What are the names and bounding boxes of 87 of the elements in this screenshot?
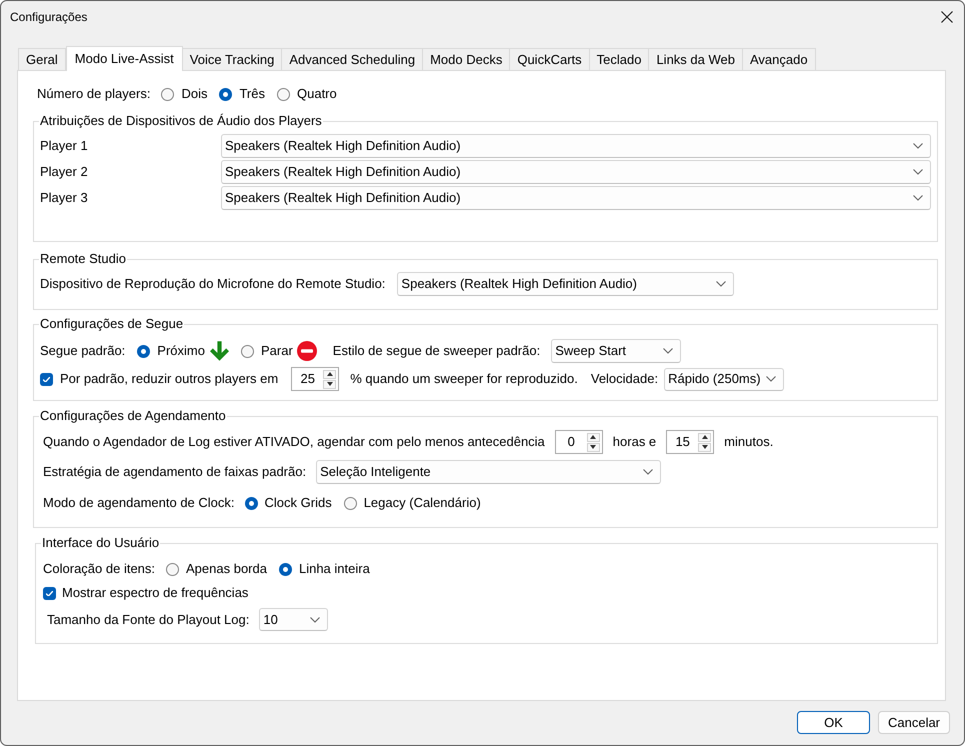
radio-label[interactable]: Parar xyxy=(260,341,293,361)
tab[interactable]: Modo Live-Assist xyxy=(66,46,183,71)
tab[interactable]: Avançado xyxy=(742,48,816,70)
group-title: Remote Studio xyxy=(39,251,127,267)
chevron-down-icon xyxy=(766,376,776,382)
chevron-down-icon xyxy=(716,281,726,287)
triangle-up-icon xyxy=(326,372,333,376)
group-title: Interface do Usuário xyxy=(41,535,160,551)
checkmark-icon xyxy=(46,590,53,596)
triangle-down-icon xyxy=(326,382,333,386)
field-label: minutos. xyxy=(724,433,774,452)
dropdown[interactable]: Speakers (Realtek High Definition Audio) xyxy=(221,186,931,210)
radio-label[interactable]: Clock Grids xyxy=(264,493,332,513)
field-label: Tamanho da Fonte do Playout Log: xyxy=(47,610,250,629)
dropdown[interactable]: Rápido (250ms) xyxy=(664,368,784,390)
tab[interactable]: Geral xyxy=(18,48,66,70)
radio-label[interactable]: Próximo xyxy=(157,341,205,361)
group-title: Atribuições de Dispositivos de Áudio dos Players xyxy=(39,113,323,129)
radio-label[interactable]: Legacy (Calendário) xyxy=(364,493,481,513)
spin-down-button[interactable] xyxy=(586,442,600,452)
radio-label[interactable]: Dois xyxy=(181,84,208,104)
radio-button[interactable] xyxy=(277,88,290,100)
dropdown[interactable]: Speakers (Realtek High Definition Audio) xyxy=(221,160,931,184)
spin-box[interactable]: 25 xyxy=(291,367,340,391)
field-label: Modo de agendamento de Clock: xyxy=(43,494,235,512)
group-title: Configurações de Segue xyxy=(39,316,184,332)
dropdown[interactable]: Sweep Start xyxy=(551,339,682,363)
chevron-down-icon xyxy=(913,143,923,149)
ok-button[interactable]: OK xyxy=(797,711,870,734)
spin-up-button[interactable] xyxy=(586,432,600,442)
spin-down-button[interactable] xyxy=(698,442,712,452)
down-arrow-icon xyxy=(210,341,229,361)
radio-label[interactable]: Apenas borda xyxy=(186,559,267,579)
field-label: Segue padrão: xyxy=(40,342,126,360)
radio-label[interactable]: Linha inteira xyxy=(298,559,370,579)
dropdown[interactable]: Speakers (Realtek High Definition Audio) xyxy=(221,134,931,158)
player-label: Player 2 xyxy=(40,163,89,182)
radio-button[interactable] xyxy=(240,344,254,358)
spin-down-button[interactable] xyxy=(323,380,336,388)
chevron-down-icon xyxy=(643,469,654,475)
field-label: Número de players: xyxy=(37,85,150,104)
triangle-down-icon xyxy=(702,445,708,449)
chevron-down-icon xyxy=(913,169,923,175)
dropdown[interactable]: Speakers (Realtek High Definition Audio) xyxy=(397,272,734,296)
checkbox[interactable] xyxy=(40,372,53,386)
dropdown[interactable]: 10 xyxy=(259,608,328,631)
player-label: Player 1 xyxy=(40,137,89,156)
radio-button[interactable] xyxy=(219,88,232,100)
chevron-down-icon xyxy=(310,616,320,622)
radio-label[interactable]: Três xyxy=(239,84,265,104)
radio-button[interactable] xyxy=(137,344,150,358)
checkbox-label[interactable]: Mostrar espectro de frequências xyxy=(62,583,248,603)
radio-button[interactable] xyxy=(244,496,258,510)
field-label: horas e xyxy=(612,433,656,452)
radio-button[interactable] xyxy=(278,562,292,576)
field-label: Quando o Agendador de Log estiver ATIVADO, agendar com pelo menos antecedência xyxy=(43,433,545,452)
radio-button[interactable] xyxy=(344,496,357,510)
radio-button[interactable] xyxy=(161,88,174,100)
field-label: Estratégia de agendamento de faixas padrão: xyxy=(43,463,306,482)
spin-box[interactable]: 0 xyxy=(554,430,603,454)
player-label: Player 3 xyxy=(40,189,89,208)
radio-label[interactable]: Quatro xyxy=(297,84,337,104)
spin-box[interactable]: 15 xyxy=(666,430,714,454)
dropdown[interactable]: Seleção Inteligente xyxy=(316,460,662,484)
spin-up-button[interactable] xyxy=(698,432,712,442)
tab[interactable]: Voice Tracking xyxy=(182,48,282,70)
chevron-down-icon xyxy=(663,348,674,354)
radio-button[interactable] xyxy=(166,562,180,576)
no-entry-icon xyxy=(296,341,317,361)
checkmark-icon xyxy=(43,376,50,382)
spin-up-button[interactable] xyxy=(323,370,336,378)
cancel-button[interactable]: Cancelar xyxy=(878,711,950,734)
field-label: Coloração de itens: xyxy=(43,560,156,578)
tab[interactable]: Advanced Scheduling xyxy=(281,48,424,70)
close-icon xyxy=(941,10,953,22)
triangle-up-icon xyxy=(590,435,596,439)
triangle-down-icon xyxy=(590,445,596,449)
field-label: Dispositivo de Reprodução do Microfone do Remote Studio: xyxy=(40,275,386,294)
field-label: Velocidade: xyxy=(590,370,658,388)
group-title: Configurações de Agendamento xyxy=(39,408,227,424)
field-label: % quando um sweeper for reproduzido. xyxy=(350,370,578,388)
chevron-down-icon xyxy=(913,195,923,201)
window-title: Configurações xyxy=(10,8,88,26)
checkbox[interactable] xyxy=(43,586,56,600)
triangle-up-icon xyxy=(702,435,708,439)
field-label: Estilo de segue de sweeper padrão: xyxy=(332,342,540,360)
checkbox-label[interactable]: Por padrão, reduzir outros players em xyxy=(60,369,278,389)
